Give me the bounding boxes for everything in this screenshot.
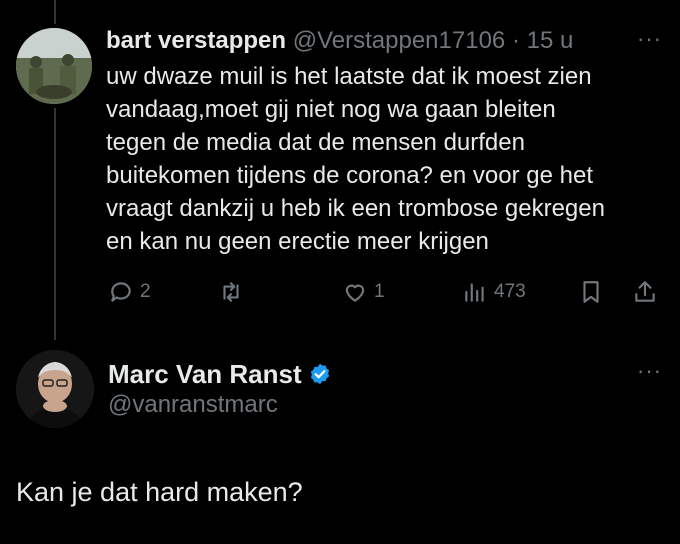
author-handle[interactable]: @vanranstmarc bbox=[108, 390, 278, 420]
author-name[interactable]: Marc Van Ranst bbox=[108, 358, 302, 390]
separator: · bbox=[511, 27, 520, 54]
bookmark-button[interactable] bbox=[578, 276, 604, 308]
action-bar: 2 1 473 bbox=[106, 276, 662, 308]
tweet-text-line: en kan nu geen erectie meer krijgen bbox=[106, 228, 489, 255]
tweet-text-line: vandaag,moet gij niet nog wa gaan bleite… bbox=[106, 96, 556, 123]
view-count: 473 bbox=[494, 281, 526, 302]
views-button[interactable]: 473 bbox=[462, 276, 526, 308]
tweet-text-line: vraagt dankzij u heb ik een trombose gek… bbox=[106, 195, 605, 222]
like-button[interactable]: 1 bbox=[342, 276, 385, 308]
thread-line-top bbox=[54, 0, 56, 24]
tweet-text: Kan je dat hard maken? bbox=[16, 477, 303, 507]
avatar-photo bbox=[16, 28, 92, 104]
heart-icon bbox=[345, 284, 365, 302]
reply-count: 2 bbox=[140, 281, 151, 302]
reply-icon bbox=[111, 282, 131, 302]
more-options-icon[interactable]: ··· bbox=[637, 26, 662, 52]
retweet-icon bbox=[223, 282, 239, 302]
more-options-icon[interactable]: ··· bbox=[637, 358, 662, 384]
author-name-row: Marc Van Ranst bbox=[108, 358, 332, 390]
author-handle[interactable]: @Verstappen17106 bbox=[293, 27, 506, 54]
tweet-text-line: uw dwaze muil is het laatste dat ik moes… bbox=[106, 63, 592, 90]
reply-header: bart verstappen @Verstappen17106 · 15 u bbox=[106, 25, 626, 57]
verified-badge-icon[interactable] bbox=[308, 362, 332, 386]
tweet-text-line: buitekomen tijdens de corona? en voor ge… bbox=[106, 162, 593, 189]
timestamp[interactable]: 15 u bbox=[527, 27, 574, 54]
tweet-text: uw dwaze muil is het laatste dat ik moes… bbox=[106, 60, 666, 258]
views-icon bbox=[465, 283, 484, 302]
like-count: 1 bbox=[374, 281, 385, 302]
author-name[interactable]: bart verstappen bbox=[106, 27, 286, 54]
bookmark-icon bbox=[583, 281, 599, 303]
share-icon bbox=[635, 281, 655, 302]
tweet-text-line: tegen de media dat de mensen durfden bbox=[106, 129, 525, 156]
avatar[interactable] bbox=[16, 28, 92, 104]
retweet-button[interactable] bbox=[218, 276, 244, 308]
avatar-photo bbox=[16, 350, 94, 428]
avatar[interactable] bbox=[16, 350, 94, 428]
reply-button[interactable]: 2 bbox=[108, 276, 151, 308]
thread-line bbox=[54, 108, 56, 340]
share-button[interactable] bbox=[632, 276, 658, 308]
